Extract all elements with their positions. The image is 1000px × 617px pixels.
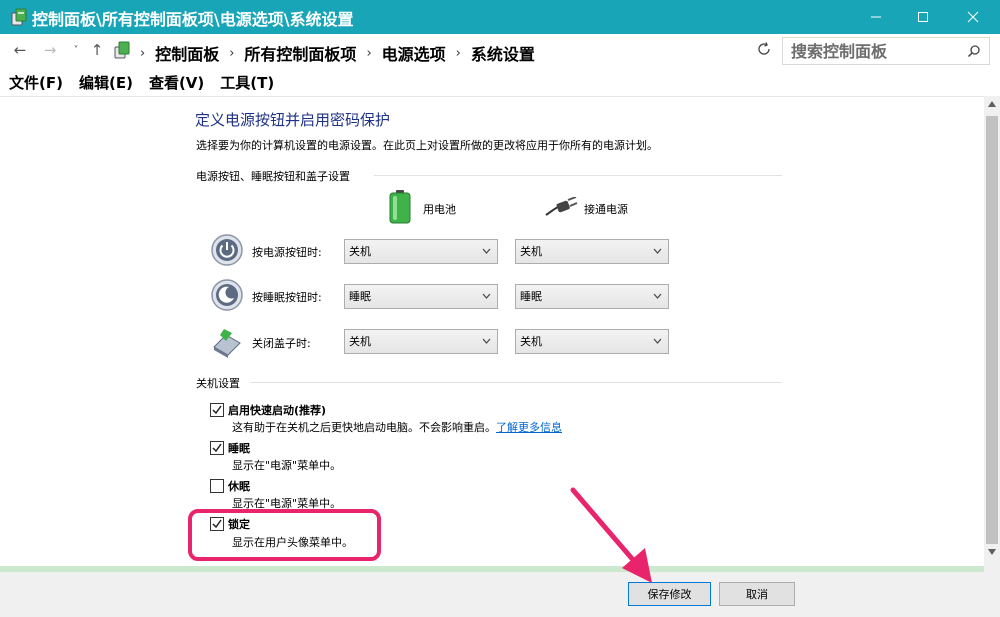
section-divider xyxy=(250,382,782,383)
select-value: 睡眠 xyxy=(349,290,371,303)
close-icon xyxy=(967,11,979,23)
status-strip xyxy=(0,566,984,572)
fast-startup-desc-text: 这有助于在关机之后更快地启动电脑。不会影响重启。 xyxy=(232,421,496,434)
chevron-down-icon xyxy=(653,293,662,299)
power-button-plugged-select[interactable]: 关机 xyxy=(515,239,669,264)
search-box xyxy=(782,37,990,65)
control-panel-icon xyxy=(11,8,27,26)
checkmark-icon xyxy=(212,443,222,453)
page-description: 选择要为你的计算机设置的电源设置。在此页上对设置所做的更改将应用于你所有的电源计… xyxy=(196,139,658,152)
row-label-close-lid: 关闭盖子时: xyxy=(252,337,311,350)
chevron-down-icon xyxy=(653,338,662,344)
column-on-battery: 用电池 xyxy=(423,203,456,216)
fast-startup-label[interactable]: 启用快速启动(推荐) xyxy=(228,402,326,418)
forward-arrow-icon: → xyxy=(43,41,57,59)
hibernate-checkbox[interactable] xyxy=(210,479,224,493)
breadcrumb-system-settings[interactable]: 系统设置 xyxy=(471,41,535,65)
row-label-sleep-button: 按睡眠按钮时: xyxy=(252,291,322,304)
breadcrumb-separator-icon[interactable]: › xyxy=(140,46,145,61)
sleep-checkbox[interactable] xyxy=(210,441,224,455)
up-arrow-icon: ↑ xyxy=(90,41,104,59)
recent-locations-button[interactable]: ˅ xyxy=(66,40,86,60)
select-value: 睡眠 xyxy=(520,290,542,303)
maximize-button[interactable] xyxy=(900,0,946,34)
back-button[interactable]: ← xyxy=(10,40,30,60)
section-heading-shutdown: 关机设置 xyxy=(196,377,240,390)
search-icon[interactable] xyxy=(967,44,981,58)
breadcrumb-separator-icon[interactable]: › xyxy=(456,46,461,61)
fast-startup-description: 这有助于在关机之后更快地启动电脑。不会影响重启。了解更多信息 xyxy=(232,419,562,435)
chevron-down-icon xyxy=(653,248,662,254)
title-bar: 控制面板\所有控制面板项\电源选项\系统设置 xyxy=(0,0,1000,34)
search-input[interactable] xyxy=(791,38,961,64)
sleep-button-plugged-select[interactable]: 睡眠 xyxy=(515,284,669,309)
scrollbar-thumb[interactable] xyxy=(986,116,998,544)
menu-file[interactable]: 文件(F) xyxy=(9,72,63,93)
fast-startup-checkbox[interactable] xyxy=(210,403,224,417)
breadcrumb-all-items[interactable]: 所有控制面板项 xyxy=(244,41,356,65)
refresh-icon[interactable] xyxy=(756,41,772,57)
minimize-icon xyxy=(871,16,881,18)
chevron-down-icon xyxy=(482,248,491,254)
hibernate-label[interactable]: 休眠 xyxy=(228,478,250,494)
sleep-button-battery-select[interactable]: 睡眠 xyxy=(344,284,498,309)
select-value: 关机 xyxy=(349,335,371,348)
select-value: 关机 xyxy=(349,245,371,258)
vertical-scrollbar[interactable] xyxy=(984,96,1000,566)
close-lid-battery-select[interactable]: 关机 xyxy=(344,329,498,354)
row-label-power-button: 按电源按钮时: xyxy=(252,246,322,259)
address-box[interactable]: › 控制面板 › 所有控制面板项 › 电源选项 › 系统设置 xyxy=(110,37,859,65)
page-title: 定义电源按钮并启用密码保护 xyxy=(195,111,391,129)
address-bar: ← → ˅ ↑ › 控制面板 › 所有控制面板项 › 电源选项 › 系统设置 xyxy=(0,34,1000,66)
checkmark-icon xyxy=(212,405,222,415)
breadcrumb: › 控制面板 › 所有控制面板项 › 电源选项 › 系统设置 xyxy=(136,41,535,65)
sleep-description: 显示在"电源"菜单中。 xyxy=(232,459,342,472)
section-heading-buttons: 电源按钮、睡眠按钮和盖子设置 xyxy=(196,170,350,183)
save-changes-button[interactable]: 保存修改 xyxy=(628,582,711,606)
back-arrow-icon: ← xyxy=(13,41,27,59)
settings-content: 定义电源按钮并启用密码保护 选择要为你的计算机设置的电源设置。在此页上对设置所做… xyxy=(0,96,984,566)
window-title: 控制面板\所有控制面板项\电源选项\系统设置 xyxy=(32,10,354,29)
forward-button[interactable]: → xyxy=(40,40,60,60)
close-button[interactable] xyxy=(950,0,996,34)
select-value: 关机 xyxy=(520,335,542,348)
power-button-icon xyxy=(211,234,243,266)
chevron-down-icon xyxy=(482,293,491,299)
battery-icon xyxy=(389,190,411,224)
scroll-up-icon[interactable] xyxy=(987,100,997,108)
up-button[interactable]: ↑ xyxy=(87,40,107,60)
chevron-down-icon: ˅ xyxy=(73,44,79,56)
power-plug-icon xyxy=(545,197,578,216)
menu-edit[interactable]: 编辑(E) xyxy=(79,72,133,93)
close-lid-plugged-select[interactable]: 关机 xyxy=(515,329,669,354)
breadcrumb-separator-icon[interactable]: › xyxy=(229,46,234,61)
menu-tools[interactable]: 工具(T) xyxy=(220,72,274,93)
bottom-button-bar xyxy=(0,566,1000,617)
section-divider xyxy=(374,175,782,176)
sleep-label[interactable]: 睡眠 xyxy=(228,440,250,456)
laptop-lid-icon xyxy=(213,329,241,358)
scroll-down-icon[interactable] xyxy=(987,548,997,556)
minimize-button[interactable] xyxy=(853,0,899,34)
power-button-battery-select[interactable]: 关机 xyxy=(344,239,498,264)
sleep-button-icon xyxy=(211,279,243,311)
cancel-button[interactable]: 取消 xyxy=(719,582,795,606)
menu-view[interactable]: 查看(V) xyxy=(149,72,204,93)
breadcrumb-separator-icon[interactable]: › xyxy=(366,46,371,61)
chevron-down-icon xyxy=(482,338,491,344)
maximize-icon xyxy=(918,12,928,22)
select-value: 关机 xyxy=(520,245,542,258)
menu-bar: 文件(F) 编辑(E) 查看(V) 工具(T) xyxy=(0,68,1000,96)
learn-more-link[interactable]: 了解更多信息 xyxy=(496,421,562,434)
column-plugged-in: 接通电源 xyxy=(584,203,628,216)
annotation-highlight-box xyxy=(188,509,381,561)
breadcrumb-control-panel[interactable]: 控制面板 xyxy=(155,41,219,65)
breadcrumb-power-options[interactable]: 电源选项 xyxy=(382,41,446,65)
control-panel-icon xyxy=(114,41,130,59)
